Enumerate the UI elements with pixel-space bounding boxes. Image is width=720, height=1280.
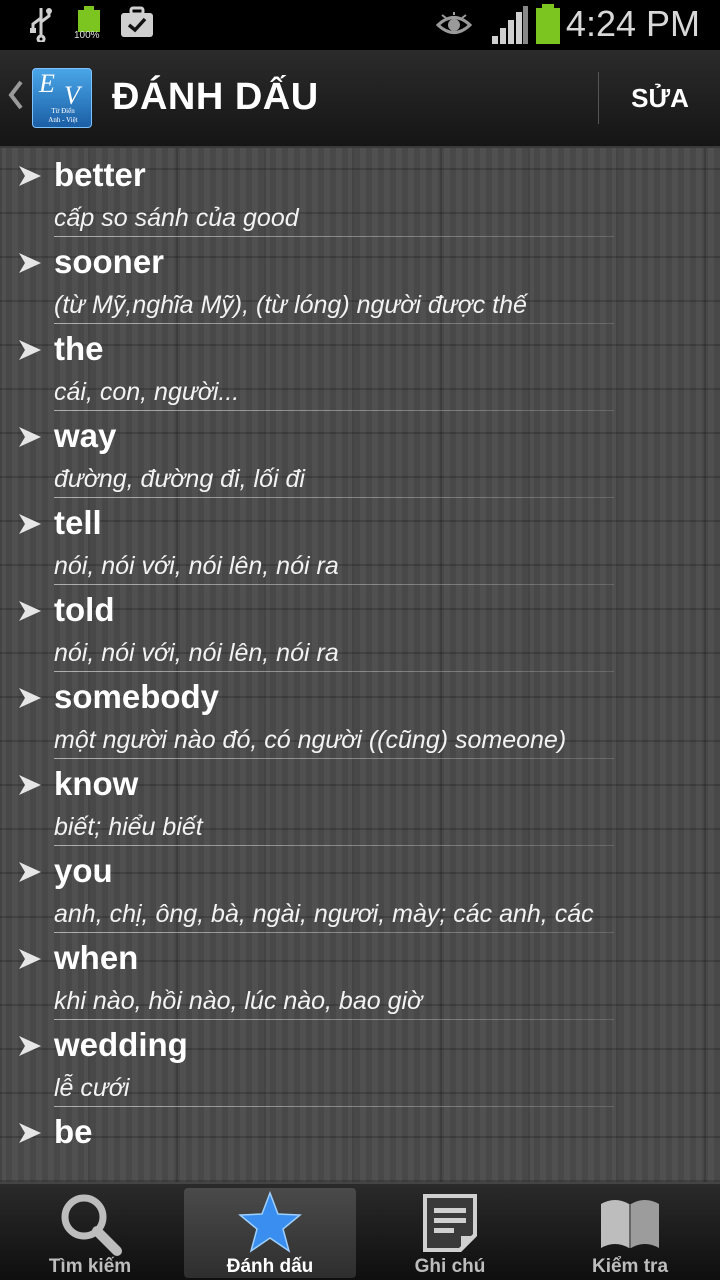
star-icon <box>237 1190 303 1261</box>
edit-button[interactable]: SỬA <box>600 50 720 146</box>
tab-label: Tìm kiếm <box>48 1256 132 1277</box>
play-arrow-icon <box>18 1121 42 1145</box>
bookmark-meaning: nói, nói với, nói lên, nói ra <box>54 639 339 667</box>
bookmark-item[interactable]: when khi nào, hồi nào, lúc nào, bao giờ <box>0 935 720 1022</box>
play-arrow-icon <box>18 251 42 275</box>
chevron-left-icon[interactable] <box>6 78 24 121</box>
bookmark-meaning: đường, đường đi, lối đi <box>54 465 305 493</box>
bookmark-item[interactable]: told nói, nói với, nói lên, nói ra <box>0 587 720 674</box>
bookmark-word: sooner <box>54 243 165 280</box>
bookmark-word: know <box>54 765 139 802</box>
bookmark-word: wedding <box>54 1026 188 1063</box>
bookmark-meaning: (từ Mỹ,nghĩa Mỹ), (từ lóng) người được t… <box>54 291 527 319</box>
bookmark-word: when <box>54 939 139 976</box>
app-logo[interactable]: E V Từ Điển Anh - Việt <box>32 68 92 128</box>
play-arrow-icon <box>18 338 42 362</box>
play-arrow-icon <box>18 773 42 797</box>
battery-percent: 100% <box>74 30 100 41</box>
row-divider <box>54 236 614 237</box>
play-arrow-icon <box>18 164 42 188</box>
tab-label: Đánh dấu <box>226 1256 314 1277</box>
play-arrow-icon <box>18 860 42 884</box>
screen: 100% 4:24 PM E V Từ Điển Anh - Việt ĐÁNH… <box>0 0 720 1280</box>
page-title: ĐÁNH DẤU <box>112 76 319 118</box>
signal-icon <box>492 6 528 49</box>
tab-notes[interactable]: Ghi chú <box>364 1188 536 1278</box>
tab-label: Ghi chú <box>414 1256 486 1277</box>
row-divider <box>54 758 614 759</box>
play-arrow-icon <box>18 947 42 971</box>
logo-letter-e: E <box>39 69 55 98</box>
row-divider <box>54 1019 614 1020</box>
bookmark-item[interactable]: the cái, con, người... <box>0 326 720 413</box>
tab-quiz[interactable]: Kiểm tra <box>544 1188 716 1278</box>
play-arrow-icon <box>18 512 42 536</box>
bookmark-word: better <box>54 156 146 193</box>
bookmark-item[interactable]: know biết; hiểu biết <box>0 761 720 848</box>
bookmark-word: somebody <box>54 678 220 715</box>
battery-icon <box>534 4 562 49</box>
row-divider <box>54 845 614 846</box>
row-divider <box>54 1106 614 1107</box>
tab-search[interactable]: Tìm kiếm <box>4 1188 176 1278</box>
play-arrow-icon <box>18 1034 42 1058</box>
bookmark-word: be <box>54 1113 93 1150</box>
bookmark-word: tell <box>54 504 102 541</box>
play-arrow-icon <box>18 425 42 449</box>
bottom-tab-bar: Tìm kiếm Đánh dấu Ghi chú Kiểm tra <box>0 1182 720 1280</box>
logo-line-2: Anh - Việt <box>48 116 78 124</box>
tab-label: Kiểm tra <box>591 1256 669 1277</box>
battery-full-icon: 100% <box>74 6 102 49</box>
bookmark-meaning: khi nào, hồi nào, lúc nào, bao giờ <box>54 987 423 1015</box>
bookmark-item[interactable]: you anh, chị, ông, bà, ngài, ngươi, mày; … <box>0 848 720 935</box>
book-icon <box>597 1190 663 1261</box>
usb-icon <box>28 6 54 47</box>
briefcase-icon <box>120 6 154 43</box>
row-divider <box>54 410 614 411</box>
bookmark-item[interactable]: way đường, đường đi, lối đi <box>0 413 720 500</box>
eye-icon <box>435 12 473 43</box>
action-bar: E V Từ Điển Anh - Việt ĐÁNH DẤU SỬA <box>0 50 720 148</box>
bookmark-meaning: anh, chị, ông, bà, ngài, ngươi, mày; các… <box>54 900 594 928</box>
bookmark-item[interactable]: wedding lễ cưới <box>0 1022 720 1109</box>
bookmark-meaning: biết; hiểu biết <box>54 813 203 841</box>
bookmark-item[interactable]: somebody một người nào đó, có người ((cũn… <box>0 674 720 761</box>
bookmark-meaning: cái, con, người... <box>54 378 240 406</box>
row-divider <box>54 671 614 672</box>
bookmark-word: the <box>54 330 104 367</box>
play-arrow-icon <box>18 599 42 623</box>
bookmark-meaning: một người nào đó, có người ((cũng) someo… <box>54 726 567 754</box>
bookmark-meaning: lễ cưới <box>54 1074 130 1102</box>
row-divider <box>54 323 614 324</box>
bookmark-item[interactable]: be <box>0 1109 720 1182</box>
row-divider <box>54 932 614 933</box>
play-arrow-icon <box>18 686 42 710</box>
bookmark-word: you <box>54 852 113 889</box>
logo-line-1: Từ Điển <box>51 107 75 115</box>
note-icon <box>417 1190 483 1261</box>
bookmark-word: way <box>54 417 117 454</box>
bookmark-item[interactable]: tell nói, nói với, nói lên, nói ra <box>0 500 720 587</box>
header-divider <box>598 72 599 124</box>
tab-bookmarks[interactable]: Đánh dấu <box>184 1188 356 1278</box>
bookmark-list[interactable]: better cấp so sánh của good sooner (từ Mỹ,n… <box>0 148 720 1182</box>
bookmark-word: told <box>54 591 115 628</box>
row-divider <box>54 497 614 498</box>
search-icon <box>57 1190 123 1261</box>
bookmark-item[interactable]: sooner (từ Mỹ,nghĩa Mỹ), (từ lóng) người … <box>0 239 720 326</box>
clock: 4:24 PM <box>565 3 700 44</box>
row-divider <box>54 584 614 585</box>
bookmark-item[interactable]: better cấp so sánh của good <box>0 152 720 239</box>
bookmark-meaning: nói, nói với, nói lên, nói ra <box>54 552 339 580</box>
bookmark-meaning: cấp so sánh của good <box>54 204 299 232</box>
status-bar: 100% 4:24 PM <box>0 0 720 50</box>
